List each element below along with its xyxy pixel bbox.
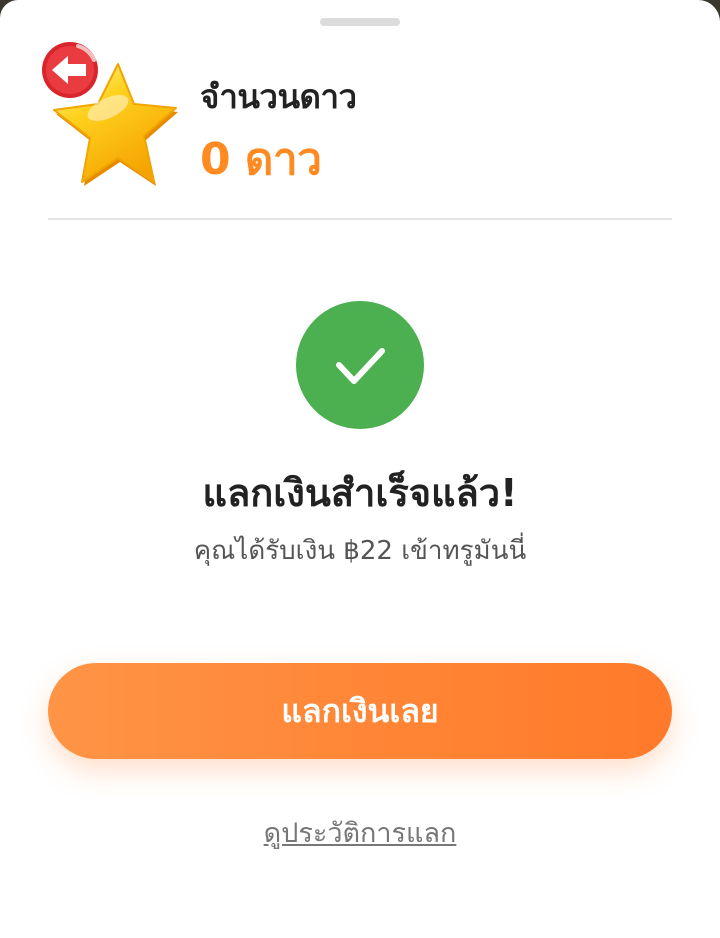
stars-title: จำนวนดาว [200,77,357,116]
star-badge [36,36,186,196]
arrow-left-icon [39,39,101,101]
success-title: แลกเงินสำเร็จแล้ว! [202,471,518,515]
stars-count: 0 ดาว [200,134,322,185]
history-link[interactable]: ดูประวัติการแลก [0,811,720,854]
drag-handle[interactable] [320,18,400,26]
success-badge [296,301,424,429]
bottom-sheet: จำนวนดาว 0 ดาว แลกเงินสำเร็จแล้ว! คุณได้… [0,0,720,938]
divider [48,218,672,220]
check-icon [336,348,385,384]
redeem-button[interactable]: แลกเงินเลย [48,663,672,759]
success-message: คุณได้รับเงิน ฿22 เข้าทรูมันนี่ [193,536,527,566]
back-button[interactable] [38,38,102,102]
